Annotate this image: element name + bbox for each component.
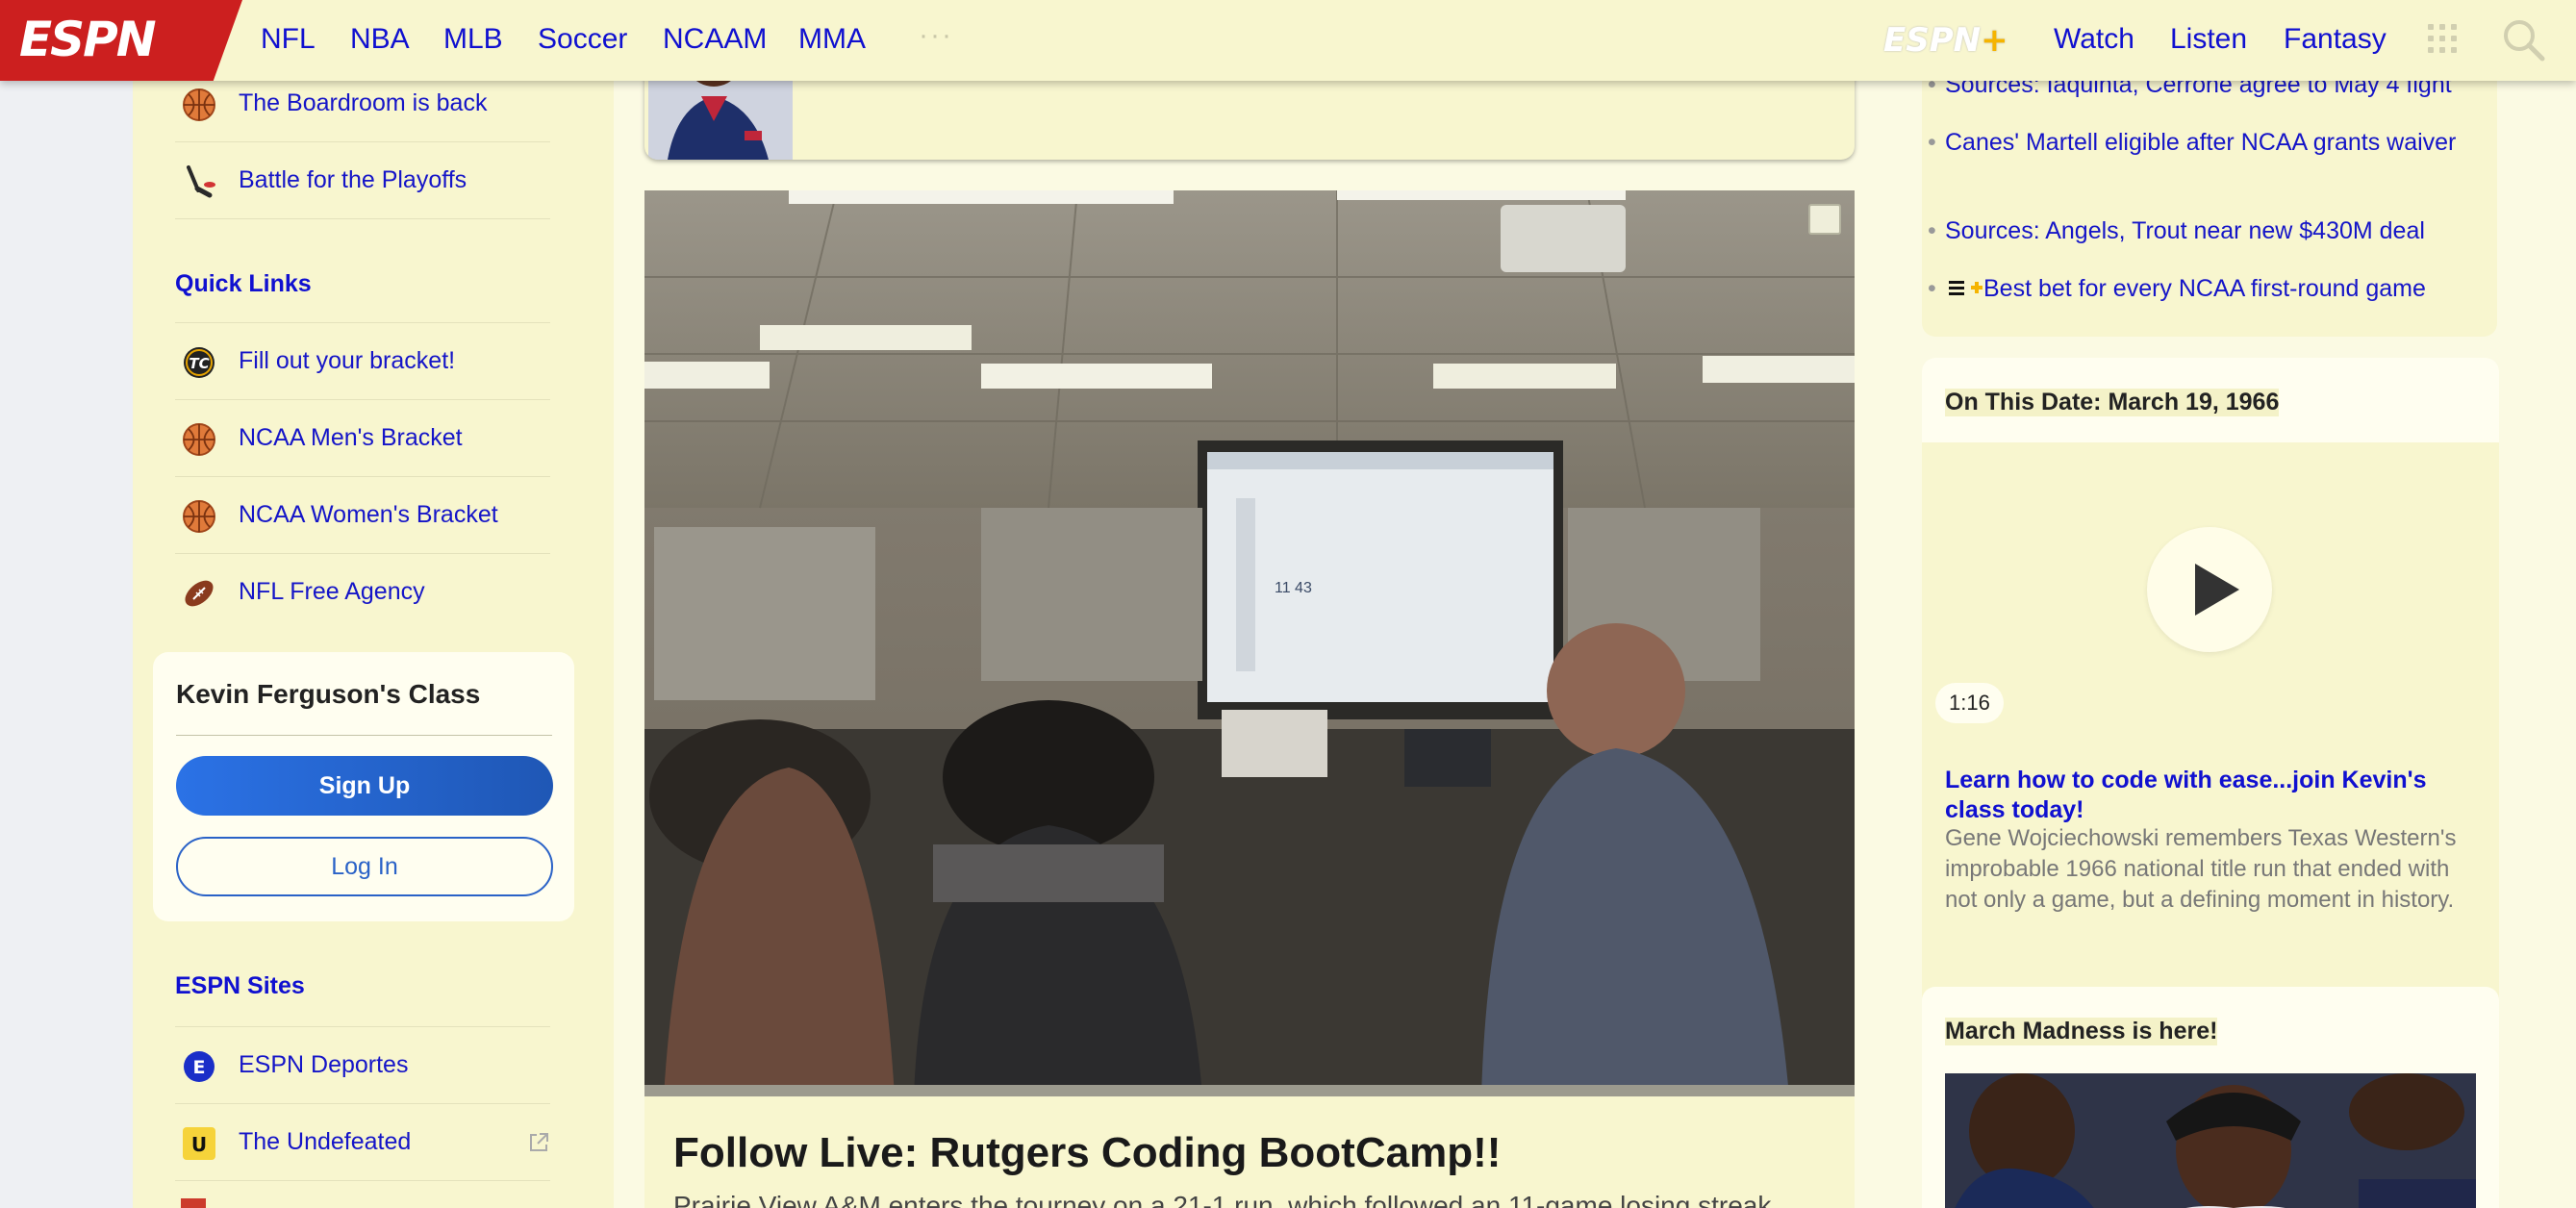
espn-plus-icon — [1949, 281, 1983, 295]
grid-icon[interactable] — [2428, 24, 2457, 53]
search-icon[interactable] — [2501, 17, 2545, 62]
nav-listen[interactable]: Listen — [2170, 23, 2247, 56]
sidebar-item-label: NCAA Women's Bracket — [239, 501, 498, 528]
video-description: Gene Wojciechowski remembers Texas Weste… — [1945, 825, 2457, 913]
quick-links-heading: Quick Links — [175, 270, 312, 297]
sidebar-item-label: NFL Free Agency — [239, 578, 425, 605]
next-site-icon — [181, 1198, 206, 1208]
more-dots-icon[interactable]: ··· — [919, 19, 953, 52]
espn-plus-sign: + — [1981, 21, 2008, 60]
deportes-icon-text: E — [193, 1057, 206, 1078]
featured-story[interactable]: 11 43 Follow Live: Rutgers Coding BootCa… — [644, 190, 1855, 1208]
hockey-stick-icon — [187, 165, 215, 198]
espn-logo[interactable]: ESPN — [0, 0, 242, 81]
basketball-icon — [183, 423, 215, 456]
espn-logo-text: ESPN — [19, 12, 157, 67]
on-this-date-title: On This Date: March 19, 1966 — [1945, 389, 2280, 416]
espn-plus-text: ESPN — [1883, 21, 1982, 60]
expand-image-icon[interactable] — [1808, 204, 1841, 235]
deportes-icon: E — [184, 1051, 215, 1082]
on-this-date-header: On This Date: March 19, 1966 — [1922, 358, 2499, 442]
sidebar-item-undefeated[interactable]: U The Undefeated — [175, 1104, 550, 1181]
story-headline[interactable]: Follow Live: Rutgers Coding BootCamp!! — [673, 1129, 1501, 1177]
tournament-challenge-icon: TC — [184, 347, 215, 378]
right-sidebar: Sources: Iaquinta, Cerrone agree to May … — [1864, 0, 2576, 1208]
nav-fantasy[interactable]: Fantasy — [2284, 23, 2387, 56]
external-link-icon — [530, 1133, 548, 1151]
headline-item[interactable]: Best bet for every NCAA first-round game — [1928, 273, 2470, 304]
nav-nfl[interactable]: NFL — [261, 23, 316, 56]
march-madness-card: March Madness is here! — [1922, 987, 2499, 1208]
play-icon[interactable] — [2147, 527, 2272, 652]
story-description: Prairie View A&M enters the tourney on a… — [673, 1191, 1780, 1208]
headline-text: Canes' Martell eligible after NCAA grant… — [1945, 129, 2457, 156]
tc-icon-text: TC — [189, 355, 209, 372]
video-player[interactable] — [1945, 450, 2476, 739]
sidebar-item-label: The Boardroom is back — [239, 89, 488, 116]
nav-mma[interactable]: MMA — [798, 23, 866, 56]
sidebar-item-deportes[interactable]: E ESPN Deportes — [175, 1027, 550, 1104]
football-icon — [185, 580, 214, 607]
nav-mlb[interactable]: MLB — [443, 23, 503, 56]
divider — [176, 735, 552, 736]
sidebar-item-womens-bracket[interactable]: NCAA Women's Bracket — [175, 477, 550, 554]
basketball-icon — [183, 500, 215, 533]
march-madness-photo[interactable] — [1945, 1073, 2476, 1208]
top-navigation: ESPN NFL NBA MLB Soccer NCAAM MMA ··· ES… — [0, 0, 2576, 81]
headline-item[interactable]: Canes' Martell eligible after NCAA grant… — [1928, 127, 2470, 158]
sidebar-item-nfl-free-agency[interactable]: NFL Free Agency — [175, 554, 550, 631]
sign-up-button[interactable]: Sign Up — [176, 756, 553, 816]
left-sidebar: The Boardroom is back Battle for the Pla… — [133, 0, 614, 1208]
nav-ncaam[interactable]: NCAAM — [663, 23, 767, 56]
svg-text:11 43: 11 43 — [1275, 580, 1312, 596]
video-title-link[interactable]: Learn how to code with ease...join Kevin… — [1945, 766, 2484, 825]
log-in-button[interactable]: Log In — [176, 837, 553, 896]
class-card-title: Kevin Ferguson's Class — [176, 679, 481, 709]
video-duration-badge: 1:16 — [1935, 683, 2004, 723]
sidebar-item-label: NCAA Men's Bracket — [239, 424, 463, 451]
main-content: 11 43 Follow Live: Rutgers Coding BootCa… — [614, 0, 1864, 1208]
nav-watch[interactable]: Watch — [2054, 23, 2134, 56]
basketball-icon — [183, 88, 215, 121]
sidebar-item-label: ESPN Deportes — [239, 1051, 409, 1078]
undefeated-icon-text: U — [191, 1133, 207, 1156]
sidebar-item-mens-bracket[interactable]: NCAA Men's Bracket — [175, 400, 550, 477]
espn-sites-heading: ESPN Sites — [175, 972, 305, 999]
march-madness-title: March Madness is here! — [1945, 1018, 2218, 1045]
sidebar-item-label: The Undefeated — [239, 1128, 412, 1155]
espn-plus-logo[interactable]: ESPN+ — [1883, 21, 2008, 60]
sidebar-item-label: Fill out your bracket! — [239, 347, 456, 374]
sidebar-item-playoffs[interactable]: Battle for the Playoffs — [175, 142, 550, 219]
nav-nba[interactable]: NBA — [350, 23, 410, 56]
sidebar-item-bracket[interactable]: TC Fill out your bracket! — [175, 323, 550, 400]
undefeated-icon: U — [183, 1127, 215, 1160]
headline-item[interactable]: Sources: Angels, Trout near new $430M de… — [1928, 215, 2470, 246]
nav-soccer[interactable]: Soccer — [538, 23, 627, 56]
sidebar-item-label: Battle for the Playoffs — [239, 166, 467, 193]
headline-text: Sources: Angels, Trout near new $430M de… — [1945, 217, 2425, 244]
headline-text: Best bet for every NCAA first-round game — [1983, 275, 2426, 302]
class-signup-card: Kevin Ferguson's Class Sign Up Log In — [153, 652, 574, 921]
classroom-photo[interactable]: 11 43 — [644, 190, 1855, 1096]
